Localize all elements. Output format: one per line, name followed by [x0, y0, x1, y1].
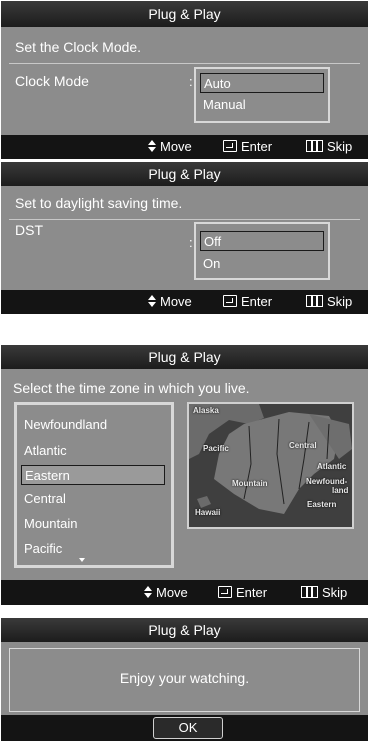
- time-zone-dialog: Plug & Play Select the time zone in whic…: [1, 345, 368, 605]
- map-label-central: Central: [289, 441, 317, 450]
- option-manual[interactable]: Manual: [200, 95, 324, 115]
- dst-dialog: Plug & Play Set to daylight saving time.…: [1, 162, 368, 314]
- skip-hint: Skip: [301, 580, 347, 605]
- skip-hint: Skip: [306, 135, 352, 159]
- up-down-arrows-icon: [144, 586, 152, 598]
- dialog-title: Plug & Play: [1, 162, 368, 186]
- finish-message: Enjoy your watching.: [119, 670, 250, 686]
- skip-icon: [301, 586, 318, 598]
- time-zone-item[interactable]: Atlantic: [21, 441, 165, 461]
- skip-icon: [306, 140, 323, 152]
- dialog-title: Plug & Play: [1, 1, 368, 27]
- skip-icon: [306, 295, 323, 307]
- map-label-alaska: Alaska: [193, 406, 219, 415]
- clock-mode-label: Clock Mode: [15, 73, 89, 89]
- enter-icon: [218, 586, 232, 598]
- field-colon: :: [189, 74, 193, 89]
- enter-hint: Enter: [223, 290, 272, 314]
- dialog-prompt: Set to daylight saving time.: [15, 195, 183, 211]
- time-zone-list[interactable]: Newfoundland Atlantic Eastern Central Mo…: [14, 402, 174, 568]
- dst-label: DST: [15, 222, 43, 238]
- dialog-prompt: Set the Clock Mode.: [15, 39, 142, 55]
- map-label-newfoundland: Newfound-: [306, 477, 348, 486]
- map-label-eastern: Eastern: [307, 500, 337, 509]
- key-guide: Move Enter Skip: [1, 580, 368, 605]
- up-down-arrows-icon: [148, 140, 156, 152]
- option-auto[interactable]: Auto: [200, 73, 324, 93]
- divider: [9, 63, 360, 64]
- map-label-atlantic: Atlantic: [317, 462, 347, 471]
- dialog-title: Plug & Play: [1, 618, 368, 642]
- move-hint: Move: [148, 290, 192, 314]
- option-on[interactable]: On: [200, 254, 324, 274]
- time-zone-item[interactable]: Pacific: [21, 539, 165, 559]
- map-label-mountain: Mountain: [232, 479, 268, 488]
- option-off[interactable]: Off: [200, 231, 324, 251]
- time-zone-item[interactable]: Newfoundland: [21, 415, 165, 435]
- clock-mode-options: Auto Manual: [194, 67, 330, 123]
- skip-hint: Skip: [306, 290, 352, 314]
- scroll-down-icon[interactable]: [79, 558, 85, 562]
- ok-button[interactable]: OK: [153, 717, 223, 739]
- key-guide: Move Enter Skip: [1, 290, 368, 314]
- dialog-title: Plug & Play: [1, 345, 368, 369]
- enter-hint: Enter: [218, 580, 267, 605]
- time-zone-item[interactable]: Eastern: [21, 465, 165, 485]
- time-zone-item[interactable]: Mountain: [21, 514, 165, 534]
- move-hint: Move: [144, 580, 188, 605]
- key-guide: Move Enter Skip: [1, 135, 368, 159]
- divider: [9, 219, 360, 220]
- clock-mode-dialog: Plug & Play Set the Clock Mode. Clock Mo…: [1, 1, 368, 159]
- map-label-pacific: Pacific: [203, 444, 229, 453]
- map-label-hawaii: Hawaii: [195, 508, 221, 517]
- enter-icon: [223, 295, 237, 307]
- dst-options: Off On: [194, 222, 330, 280]
- map-label-newfoundland-2: land: [332, 486, 349, 495]
- up-down-arrows-icon: [148, 295, 156, 307]
- time-zone-item[interactable]: Central: [21, 489, 165, 509]
- finish-dialog: Plug & Play Enjoy your watching. OK: [1, 618, 368, 741]
- dialog-prompt: Select the time zone in which you live.: [13, 380, 250, 396]
- time-zone-map: Alaska Pacific Central Atlantic Newfound…: [187, 402, 354, 529]
- field-colon: :: [189, 235, 193, 250]
- enter-hint: Enter: [223, 135, 272, 159]
- move-hint: Move: [148, 135, 192, 159]
- enter-icon: [223, 140, 237, 152]
